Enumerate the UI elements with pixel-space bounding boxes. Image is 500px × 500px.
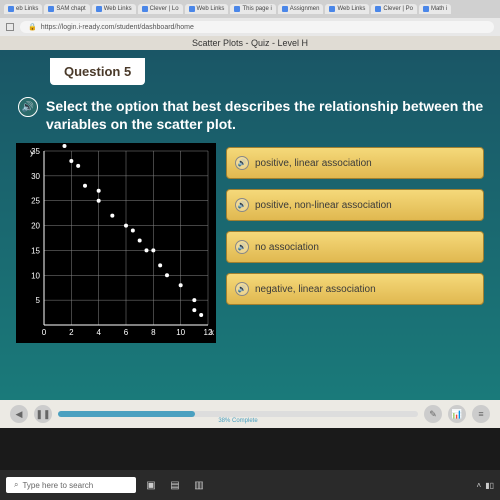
pause-button[interactable]: ❚❚ (34, 405, 52, 423)
speaker-icon[interactable]: 🔊 (235, 282, 249, 296)
chevron-up-icon[interactable]: ˄ (477, 481, 482, 490)
tool-button[interactable]: ✎ (424, 405, 442, 423)
browser-tab[interactable]: Clever | Lo (138, 4, 183, 14)
address-row: 🔒 https://login.i-ready.com/student/dash… (0, 18, 500, 36)
favicon-icon (142, 6, 148, 12)
speaker-icon[interactable]: 🔊 (235, 240, 249, 254)
speaker-icon[interactable]: 🔊 (18, 97, 38, 117)
answer-options: 🔊 positive, linear association 🔊 positiv… (226, 143, 484, 343)
favicon-icon (234, 6, 240, 12)
home-icon[interactable] (6, 23, 14, 31)
lock-icon: 🔒 (28, 23, 37, 31)
tabs-row: eb Links SAM chapt Web Links Clever | Lo… (0, 0, 500, 18)
svg-text:8: 8 (151, 328, 156, 337)
svg-text:x: x (210, 328, 214, 337)
svg-text:2: 2 (69, 328, 74, 337)
option-text: negative, linear association (255, 284, 376, 295)
svg-text:20: 20 (31, 222, 40, 231)
tool-button[interactable]: ≡ (472, 405, 490, 423)
favicon-icon (329, 6, 335, 12)
browser-tab[interactable]: eb Links (4, 4, 42, 14)
browser-tab[interactable]: Web Links (325, 4, 369, 14)
favicon-icon (423, 6, 429, 12)
prompt-row: 🔊 Select the option that best describes … (18, 97, 486, 133)
taskbar: ⌕ Type here to search ▣ ▤ ▥ ˄ ▮▯ (0, 470, 500, 500)
battery-icon: ▮▯ (485, 481, 494, 490)
question-label: Question 5 (50, 58, 145, 85)
player-bar: ◀ ❚❚ 38% Complete ✎ 📊 ≡ (0, 400, 500, 428)
answer-option[interactable]: 🔊 positive, non-linear association (226, 189, 484, 221)
browser-tab[interactable]: Clever | Po (371, 4, 417, 14)
svg-text:25: 25 (31, 197, 40, 206)
taskbar-app-icon[interactable]: ▣ (142, 476, 160, 494)
svg-text:4: 4 (96, 328, 101, 337)
progress-bar[interactable]: 38% Complete (58, 411, 418, 417)
svg-text:30: 30 (31, 172, 40, 181)
speaker-icon[interactable]: 🔊 (235, 156, 249, 170)
browser-tab[interactable]: Web Links (92, 4, 136, 14)
browser-tab[interactable]: SAM chapt (44, 4, 89, 14)
favicon-icon (8, 6, 14, 12)
option-text: positive, linear association (255, 158, 372, 169)
browser-tab[interactable]: Web Links (185, 4, 229, 14)
favicon-icon (282, 6, 288, 12)
page-title: Scatter Plots - Quiz - Level H (0, 36, 500, 50)
favicon-icon (189, 6, 195, 12)
taskbar-app-icon[interactable]: ▤ (166, 476, 184, 494)
progress-fill (58, 411, 195, 417)
lesson-area: Question 5 🔊 Select the option that best… (0, 50, 500, 400)
answer-option[interactable]: 🔊 positive, linear association (226, 147, 484, 179)
favicon-icon (48, 6, 54, 12)
favicon-icon (375, 6, 381, 12)
tool-button[interactable]: 📊 (448, 405, 466, 423)
back-button[interactable]: ◀ (10, 405, 28, 423)
scatter-plot: 0246810125101520253035yx (16, 143, 216, 343)
svg-text:10: 10 (31, 272, 40, 281)
taskbar-search[interactable]: ⌕ Type here to search (6, 477, 136, 493)
url-text: https://login.i-ready.com/student/dashbo… (41, 24, 194, 31)
svg-text:y: y (30, 148, 34, 157)
svg-text:10: 10 (176, 328, 185, 337)
svg-text:6: 6 (124, 328, 129, 337)
prompt-text: Select the option that best describes th… (46, 97, 486, 133)
answer-option[interactable]: 🔊 negative, linear association (226, 273, 484, 305)
favicon-icon (96, 6, 102, 12)
search-placeholder: Type here to search (22, 481, 93, 490)
svg-text:0: 0 (42, 328, 47, 337)
content-row: 0246810125101520253035yx 🔊 positive, lin… (10, 143, 490, 343)
svg-text:5: 5 (36, 297, 41, 306)
browser-tab[interactable]: This page i (230, 4, 275, 14)
option-text: no association (255, 242, 319, 253)
speaker-icon[interactable]: 🔊 (235, 198, 249, 212)
search-icon: ⌕ (14, 480, 18, 490)
progress-label: 38% Complete (218, 418, 257, 424)
browser-tab[interactable]: Math i (419, 4, 451, 14)
address-bar[interactable]: 🔒 https://login.i-ready.com/student/dash… (20, 21, 494, 33)
taskbar-tray[interactable]: ˄ ▮▯ (477, 481, 494, 490)
taskbar-app-icon[interactable]: ▥ (190, 476, 208, 494)
answer-option[interactable]: 🔊 no association (226, 231, 484, 263)
svg-text:15: 15 (31, 247, 40, 256)
browser-chrome: eb Links SAM chapt Web Links Clever | Lo… (0, 0, 500, 36)
option-text: positive, non-linear association (255, 200, 392, 211)
browser-tab[interactable]: Assignmen (278, 4, 324, 14)
